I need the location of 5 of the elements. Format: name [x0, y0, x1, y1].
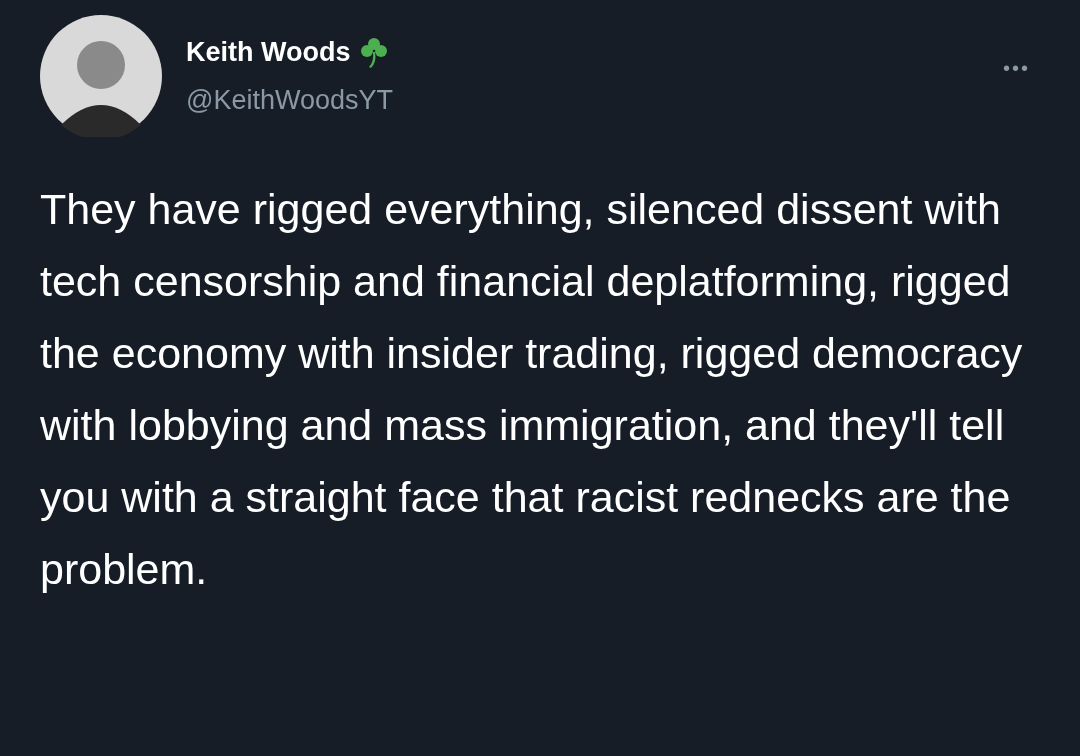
more-button[interactable]: ••• — [1003, 53, 1030, 83]
tweet-text: They have rigged everything, silenced dissent with tech censorship and financial deplatforming, rigged the economy with insider trading, rigged democracy with lobbying and mass immigration, and they'll tell you with a straight face that racist rednecks are the problem. — [40, 184, 1024, 595]
author-handle: @KeithWoodsYT — [186, 84, 394, 117]
shamrock-icon — [358, 35, 389, 68]
author-name: Keith Woods — [186, 35, 351, 69]
